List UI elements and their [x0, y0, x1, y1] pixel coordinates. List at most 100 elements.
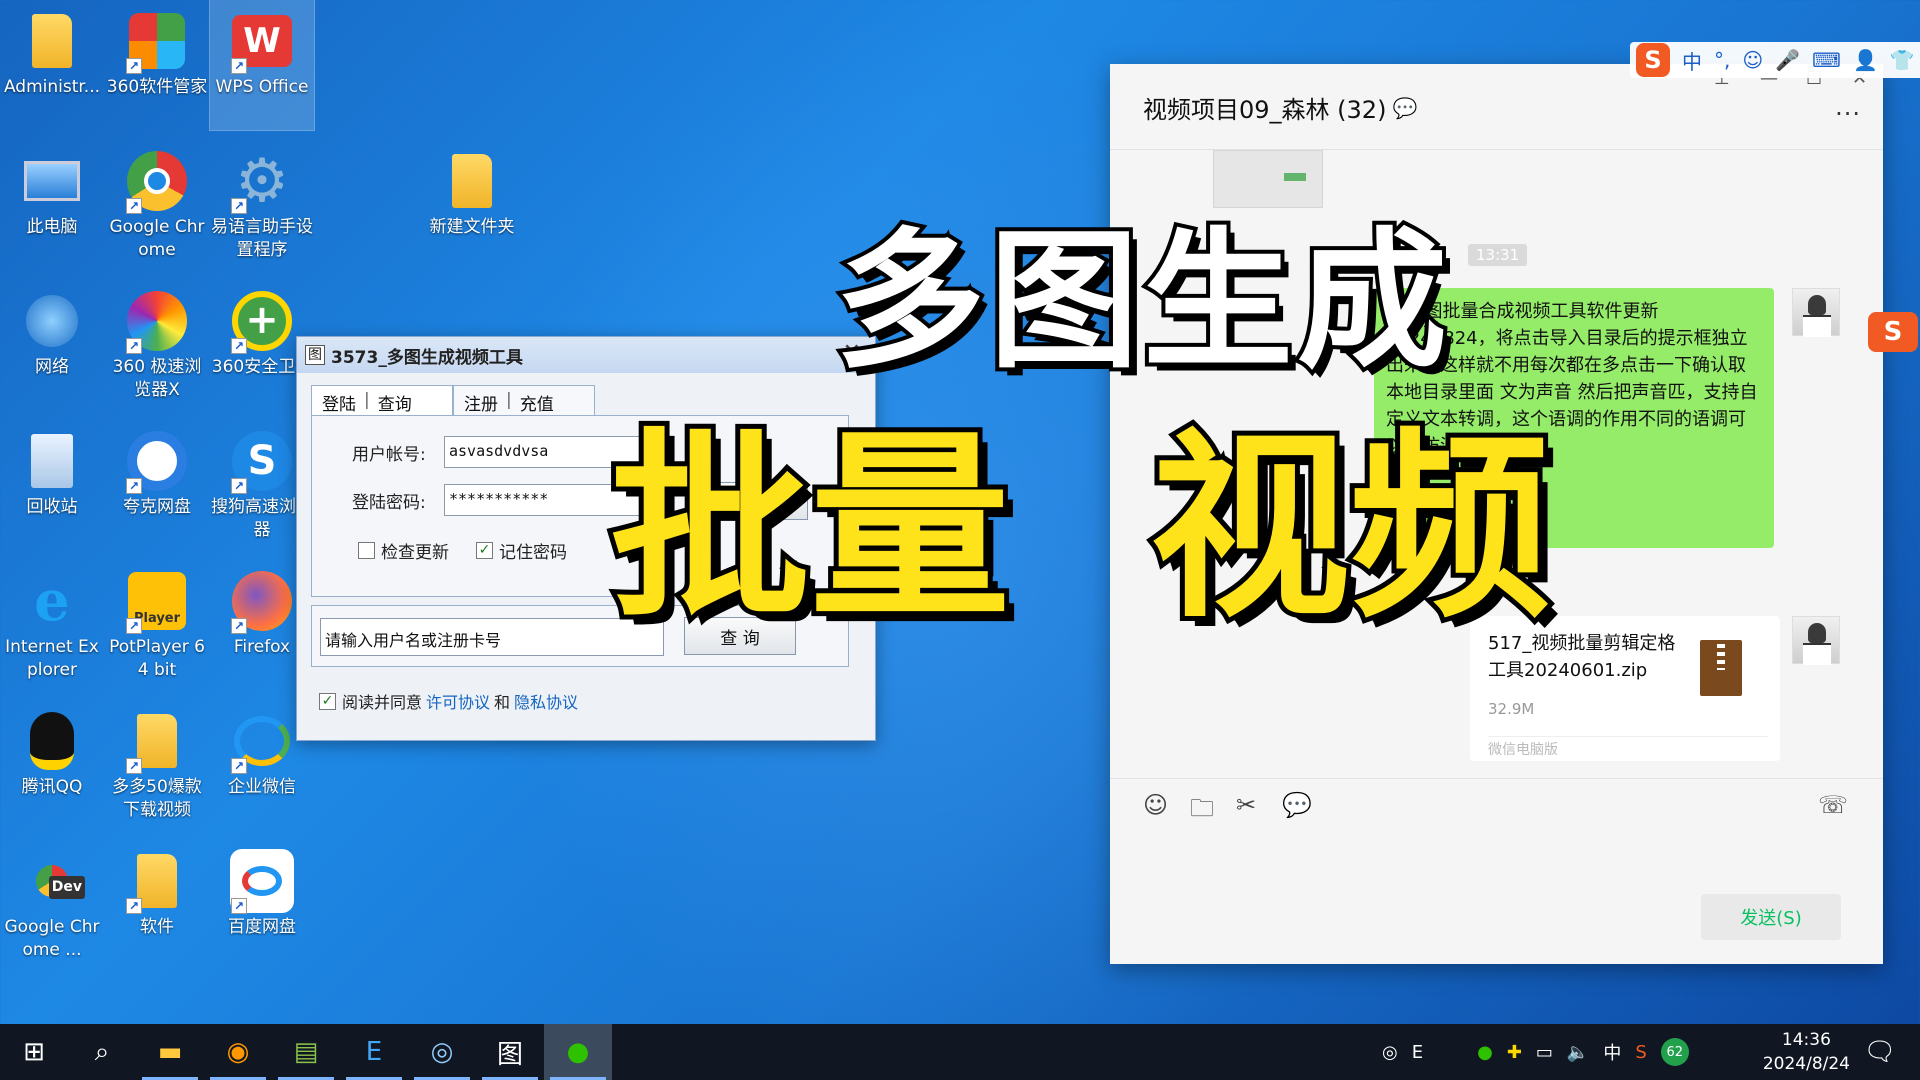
sogou-browser-icon: S ↗: [229, 428, 295, 494]
desktop-icon-label: 企业微信: [228, 777, 296, 797]
desktop-icon-qq[interactable]: 腾讯QQ: [0, 700, 104, 830]
desktop-icon-new-folder[interactable]: 新建文件夹: [420, 140, 524, 270]
desktop-icon-eyuyan[interactable]: ⚙ ↗ 易语言助手设置程序: [210, 140, 314, 270]
phone-call-icon[interactable]: ☏: [1818, 791, 1848, 819]
check-update-checkbox[interactable]: [358, 542, 375, 559]
tab-login-query[interactable]: 登陆 | 查询: [311, 385, 453, 415]
tool-tabs: 登陆 | 查询 注册 | 充值: [311, 385, 595, 415]
app-icon: 图: [305, 345, 325, 365]
desktop-icon-this-pc[interactable]: 此电脑: [0, 140, 104, 270]
agree-text: 阅读并同意: [342, 693, 423, 712]
remember-password-label: 记住密码: [499, 543, 567, 563]
check-update-row[interactable]: 检查更新: [358, 538, 449, 563]
chat-history-icon[interactable]: 💬: [1282, 791, 1312, 819]
tray-360-icon[interactable]: ✚: [1507, 1042, 1522, 1063]
remember-password-checkbox[interactable]: ✓: [476, 542, 493, 559]
quark-cloud-icon: ↗: [124, 428, 190, 494]
desktop-icon-360-browser[interactable]: ↗ 360 极速浏览器X: [105, 280, 209, 410]
avatar[interactable]: [1792, 616, 1840, 665]
remember-row[interactable]: ✓ 记住密码: [476, 538, 567, 563]
timestamp: 13:31: [1468, 244, 1528, 266]
tray-e-icon[interactable]: E: [1412, 1042, 1423, 1063]
baidu-netdisk-icon: ↗: [229, 848, 295, 914]
more-options-icon[interactable]: ···: [1835, 100, 1861, 128]
windows-logo-icon: ⊞: [23, 1037, 45, 1067]
language-indicator[interactable]: 中: [1603, 1039, 1621, 1065]
360-browser-icon: ↗: [124, 288, 190, 354]
privacy-link[interactable]: 隐私协议: [514, 689, 578, 713]
overlay-caption-line2a: 批量: [605, 407, 1015, 650]
taskbar-e-app[interactable]: E: [340, 1024, 408, 1080]
network-status-icon[interactable]: ▭: [1536, 1042, 1553, 1063]
volume-icon[interactable]: 🔈: [1567, 1042, 1589, 1063]
desktop-icon-administrator[interactable]: Administr...: [0, 0, 104, 130]
recycle-bin-icon: [19, 428, 85, 494]
taskbar-360-browser[interactable]: ◉: [204, 1024, 272, 1080]
search-button[interactable]: ⌕: [68, 1024, 136, 1080]
file-size: 32.9M: [1488, 700, 1535, 718]
chat-title-text: 视频项目09_森林 (32): [1143, 96, 1387, 124]
desktop-icon-360-software[interactable]: ↗ 360软件管家: [105, 0, 209, 130]
tab-divider: |: [364, 390, 370, 410]
360-security-icon: + ↗: [229, 288, 295, 354]
password-label: 登陆密码:: [352, 492, 426, 513]
taskbar-wechat[interactable]: ●: [544, 1024, 612, 1080]
scissors-icon[interactable]: ✂: [1236, 791, 1256, 819]
tray-wechat-icon[interactable]: ●: [1477, 1042, 1493, 1063]
folder-icon[interactable]: 🗀: [1190, 791, 1214, 832]
desktop-icon-ie[interactable]: e Internet Explorer: [0, 560, 104, 690]
taskbar-notepad[interactable]: ▤: [272, 1024, 340, 1080]
tray-media-icon[interactable]: ◎: [1382, 1042, 1398, 1063]
folder-icon: [439, 148, 505, 214]
360-software-manager-icon: ↗: [124, 8, 190, 74]
ie-icon: e: [34, 567, 70, 634]
agree-checkbox[interactable]: ✓: [319, 692, 336, 710]
punctuation-icon[interactable]: °,: [1714, 48, 1730, 72]
360-browser-icon: ◉: [226, 1037, 250, 1067]
keyboard-icon[interactable]: ⌨: [1812, 48, 1841, 72]
notepad-icon: ▤: [293, 1037, 319, 1067]
taskbar-media[interactable]: ◎: [408, 1024, 476, 1080]
desktop-icon-network[interactable]: 网络: [0, 280, 104, 410]
desktop-icon-potplayer[interactable]: Player ↗ PotPlayer 64 bit: [105, 560, 209, 690]
tab-label: 充值: [519, 395, 554, 415]
user-icon[interactable]: 👤: [1853, 48, 1878, 72]
avatar[interactable]: [1792, 288, 1840, 337]
sogou-ime-logo[interactable]: S: [1636, 43, 1670, 77]
notification-button[interactable]: 🗨: [1846, 1024, 1914, 1080]
tab-register-recharge[interactable]: 注册 | 充值: [453, 385, 595, 415]
ime-mode-toggle[interactable]: 中: [1682, 46, 1702, 75]
desktop-icon-baidu-netdisk[interactable]: ↗ 百度网盘: [210, 840, 314, 970]
clock-date: 2024/8/24: [1762, 1054, 1850, 1074]
sogou-float-icon[interactable]: S: [1868, 312, 1918, 352]
battery-badge[interactable]: 62: [1660, 1038, 1689, 1066]
start-button[interactable]: ⊞: [0, 1024, 68, 1080]
desktop-icon-quark[interactable]: ↗ 夸克网盘: [105, 420, 209, 550]
taskbar-file-explorer[interactable]: ▬: [136, 1024, 204, 1080]
chat-title[interactable]: 视频项目09_森林 (32) 💬: [1143, 90, 1417, 125]
sogou-tray-icon[interactable]: S: [1635, 1042, 1646, 1063]
desktop-icon-wps[interactable]: W ↗ WPS Office: [209, 0, 315, 131]
check-update-label: 检查更新: [381, 543, 449, 563]
desktop-icon-software-folder[interactable]: ↗ 软件: [105, 840, 209, 970]
clock[interactable]: 14:36 2024/8/24: [1763, 1028, 1850, 1076]
desktop-icon-label: 360软件管家: [106, 77, 208, 97]
skin-icon[interactable]: 👕: [1890, 48, 1915, 72]
emoji-icon[interactable]: ☺: [1143, 791, 1168, 819]
emoji-icon[interactable]: ☺: [1742, 48, 1763, 72]
gear-icon: ⚙ ↗: [229, 148, 295, 214]
taskbar-tool[interactable]: 图: [476, 1024, 544, 1080]
license-link[interactable]: 许可协议: [426, 689, 490, 713]
this-pc-icon: [19, 148, 85, 214]
send-button[interactable]: 发送(S): [1701, 894, 1841, 940]
notification-icon: 🗨: [1863, 1037, 1897, 1067]
microphone-icon[interactable]: 🎤: [1775, 48, 1800, 72]
desktop-icon-label: 多多50爆款下载视频: [112, 777, 202, 820]
user-folder-icon: [19, 8, 85, 74]
desktop-icon-label: 回收站: [26, 497, 78, 517]
desktop-icon-chrome-dev[interactable]: Dev Google Chrome ...: [0, 840, 104, 970]
wps-office-icon: W ↗: [229, 8, 295, 74]
desktop-icon-recycle-bin[interactable]: 回收站: [0, 420, 104, 550]
desktop-icon-duoduo-folder[interactable]: ↗ 多多50爆款下载视频: [105, 700, 209, 830]
desktop-icon-chrome[interactable]: ↗ Google Chrome: [105, 140, 209, 270]
